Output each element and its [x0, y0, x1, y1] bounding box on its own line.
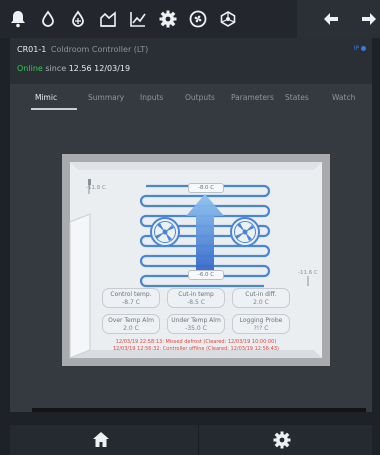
ceiling-wall: [70, 162, 322, 170]
cut-in-diff-box[interactable]: Cut-in diff. 2.0 C: [232, 288, 290, 308]
device-status: Online since 12.56 12/03/19: [17, 64, 130, 73]
door-panel: [69, 213, 91, 359]
coldroom-mimic: -8.0 C -6.0 C -11.8 C -11.6 C Control te…: [62, 154, 330, 366]
panel-scrollbar[interactable]: [32, 408, 366, 412]
coil-top-temp: -8.0 C: [188, 183, 224, 193]
cut-in-temp-label: Cut-in temp: [178, 291, 214, 298]
under-temp-alarm-label: Under Temp Alm: [171, 317, 221, 324]
bell-icon[interactable]: [4, 0, 32, 38]
home-icon[interactable]: [10, 425, 191, 455]
settings-gear-icon[interactable]: [154, 0, 182, 38]
cut-in-diff-label: Cut-in diff.: [245, 291, 277, 298]
alarm-message: 12/03/19 22:58:13: Missed defrost (Clear…: [115, 339, 277, 345]
over-temp-alarm-box[interactable]: Over Temp Alm 2.0 C: [102, 314, 160, 334]
tab-states[interactable]: States: [285, 93, 309, 102]
tab-mimic[interactable]: Mimic: [35, 93, 57, 102]
control-temp-value: -8.7 C: [122, 299, 140, 306]
status-since-label: since: [45, 64, 67, 73]
top-toolbar: [0, 0, 380, 38]
under-temp-alarm-value: -35.0 C: [185, 325, 207, 332]
ip-status-dot: [361, 46, 366, 51]
defrost-drop-icon[interactable]: [64, 0, 92, 38]
cut-in-diff-value: 2.0 C: [253, 299, 269, 306]
tab-watch[interactable]: Watch: [332, 93, 355, 102]
tab-outputs[interactable]: Outputs: [185, 93, 215, 102]
over-temp-alarm-label: Over Temp Alm: [108, 317, 154, 324]
main-panel: Mimic Summary Inputs Outputs Parameters …: [10, 84, 372, 412]
tab-inputs[interactable]: Inputs: [140, 93, 163, 102]
under-temp-alarm-box[interactable]: Under Temp Alm -35.0 C: [167, 314, 225, 334]
tab-parameters[interactable]: Parameters: [231, 93, 274, 102]
right-probe-temp: -11.6 C: [298, 270, 318, 276]
control-temp-box[interactable]: Control temp. -8.7 C: [102, 288, 160, 308]
logging-probe-label: Logging Probe: [239, 317, 283, 324]
device-name: Coldroom Controller (LT): [50, 45, 149, 54]
gauge-icon[interactable]: [94, 0, 122, 38]
fan-right-icon: [230, 217, 260, 247]
logging-probe-value: ?!? C: [253, 325, 269, 332]
cut-in-temp-value: -8.5 C: [187, 299, 205, 306]
fan-left-icon: [150, 217, 180, 247]
water-drop-icon[interactable]: [34, 0, 62, 38]
forward-arrow-icon[interactable]: [355, 0, 380, 38]
bottom-nav: [10, 425, 372, 455]
device-title: CR01-1 Coldroom Controller (LT): [17, 45, 148, 54]
toolbar-nav-group: [297, 0, 380, 38]
chart-icon[interactable]: [124, 0, 152, 38]
control-temp-label: Control temp.: [110, 291, 152, 298]
cut-in-temp-box[interactable]: Cut-in temp -8.5 C: [167, 288, 225, 308]
coil-bottom-temp: -6.0 C: [188, 270, 224, 280]
device-id: CR01-1: [17, 45, 47, 54]
left-probe-temp: -11.8 C: [86, 185, 106, 191]
settings-gear-icon[interactable]: [191, 425, 372, 455]
ip-status-badge: IP: [354, 45, 366, 52]
over-temp-alarm-value: 2.0 C: [123, 325, 139, 332]
network-icon[interactable]: [214, 0, 242, 38]
status-since-time: 12.56 12/03/19: [68, 64, 131, 73]
active-tab-indicator: [31, 108, 77, 110]
tab-summary[interactable]: Summary: [88, 93, 124, 102]
device-header: CR01-1 Coldroom Controller (LT) Online s…: [10, 38, 372, 84]
status-online: Online: [17, 64, 43, 73]
back-arrow-icon[interactable]: [317, 0, 345, 38]
logging-probe-box[interactable]: Logging Probe ?!? C: [232, 314, 290, 334]
ip-label: IP: [353, 45, 359, 52]
alarm-message: 12/03/19 12:56:32: Controller offline (C…: [113, 346, 279, 352]
fan-icon[interactable]: [184, 0, 212, 38]
app-window: CR01-1 Coldroom Controller (LT) Online s…: [0, 0, 380, 455]
tab-bar: Mimic Summary Inputs Outputs Parameters …: [10, 84, 372, 112]
